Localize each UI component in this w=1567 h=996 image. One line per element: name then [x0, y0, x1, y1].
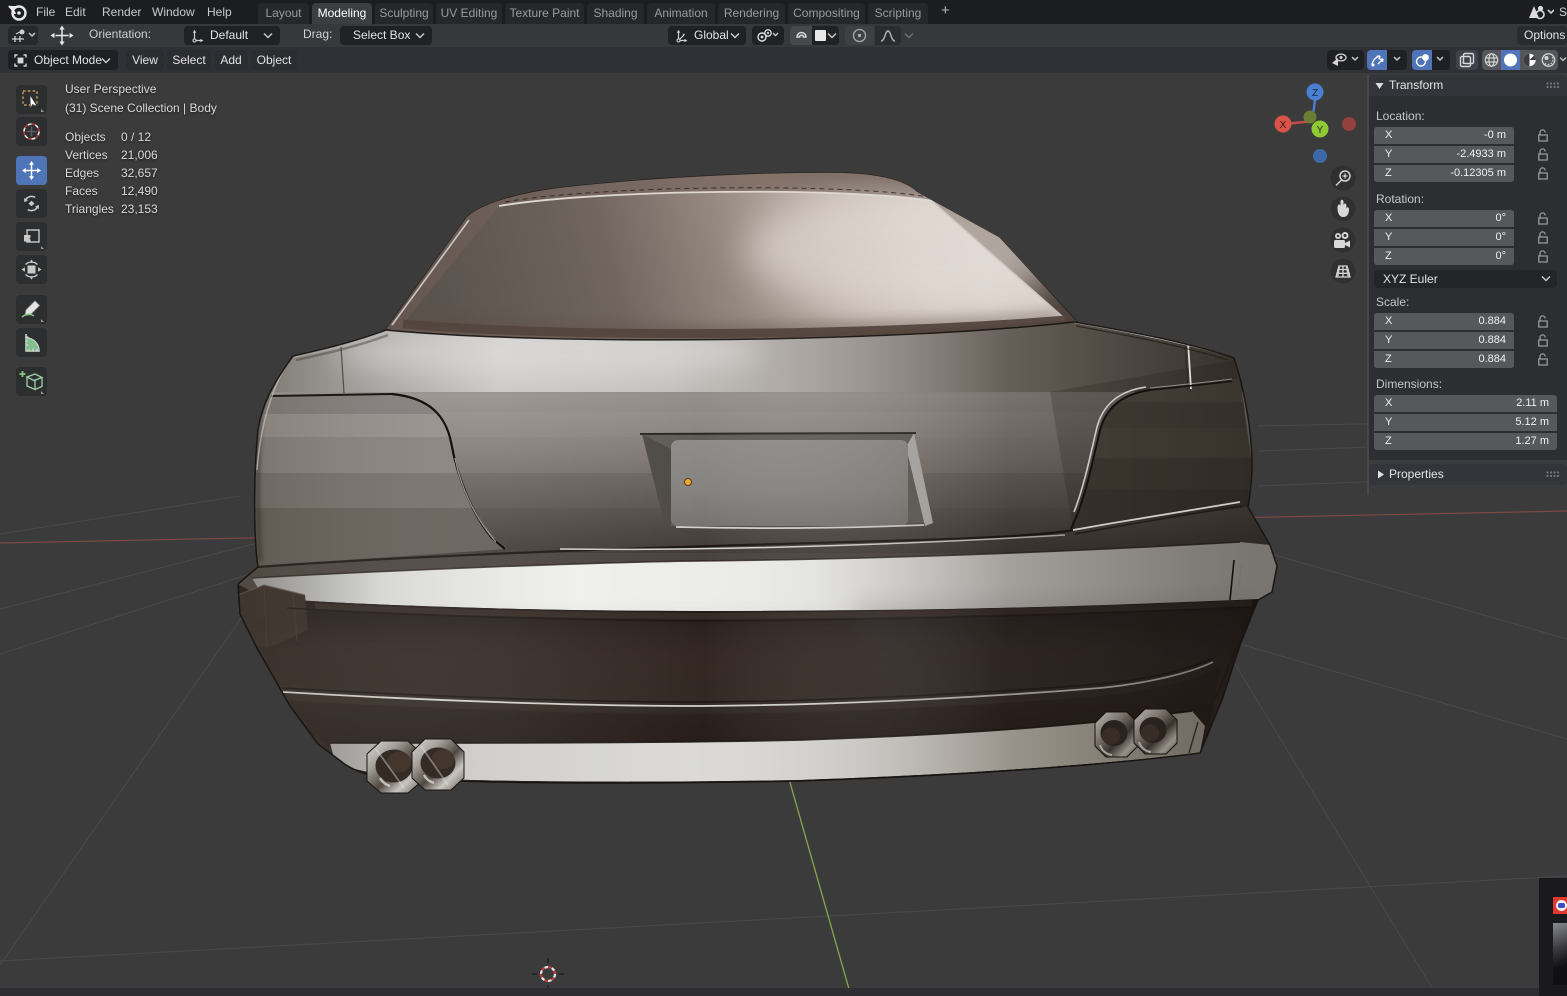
- svg-text:Y: Y: [1317, 125, 1324, 136]
- svg-text:X: X: [1280, 120, 1287, 131]
- svg-text:Z: Z: [1312, 88, 1318, 99]
